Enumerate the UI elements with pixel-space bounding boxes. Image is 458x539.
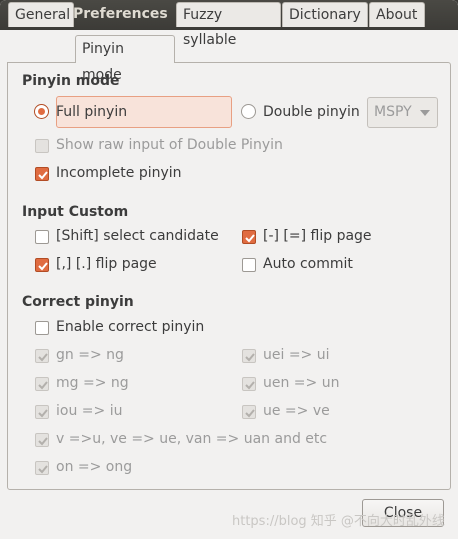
rule-v-checkbox[interactable] [35, 433, 49, 447]
incomplete-pinyin-checkbox[interactable] [35, 167, 49, 181]
checkmark-icon [245, 381, 255, 390]
auto-commit-checkbox[interactable] [242, 258, 256, 272]
checkmark-icon [38, 171, 48, 180]
tab-about[interactable]: About [369, 2, 425, 27]
checkmark-icon [245, 353, 255, 362]
rule-iou-label: iou => iu [56, 403, 123, 419]
comma-period-flip-checkbox[interactable] [35, 258, 49, 272]
show-raw-checkbox[interactable] [35, 139, 49, 153]
minus-equal-flip-checkbox[interactable] [242, 230, 256, 244]
correct-pinyin-heading: Correct pinyin [22, 294, 134, 310]
rule-v-label: v =>u, ve => ue, van => uan and etc [56, 431, 328, 447]
full-pinyin-radio[interactable] [34, 104, 49, 119]
full-pinyin-label[interactable]: Full pinyin [56, 104, 127, 120]
comma-period-flip-label[interactable]: [,] [.] flip page [56, 256, 157, 272]
preferences-window: Preferences General Pinyin mode Fuzzy sy… [0, 0, 458, 539]
rule-on-checkbox[interactable] [35, 461, 49, 475]
rule-gn-label: gn => ng [56, 347, 124, 363]
incomplete-pinyin-label[interactable]: Incomplete pinyin [56, 165, 182, 181]
checkmark-icon [38, 353, 48, 362]
rule-ue-label: ue => ve [263, 403, 330, 419]
rule-iou-checkbox[interactable] [35, 405, 49, 419]
rule-ue-checkbox[interactable] [242, 405, 256, 419]
tab-pinyin-mode[interactable]: Pinyin mode [75, 35, 175, 83]
checkmark-icon [38, 465, 48, 474]
tab-fuzzy-syllable[interactable]: Fuzzy syllable [176, 2, 281, 48]
checkmark-icon [38, 381, 48, 390]
rule-mg-checkbox[interactable] [35, 377, 49, 391]
checkmark-icon [38, 262, 48, 271]
scheme-value: MSPY [374, 104, 412, 120]
rule-mg-label: mg => ng [56, 375, 129, 391]
checkmark-icon [38, 409, 48, 418]
window-title: Preferences [73, 6, 168, 22]
checkmark-icon [38, 437, 48, 446]
auto-commit-label[interactable]: Auto commit [263, 256, 353, 272]
enable-correct-pinyin-label[interactable]: Enable correct pinyin [56, 319, 204, 335]
checkmark-icon [245, 234, 255, 243]
checkmark-icon [245, 409, 255, 418]
rule-uei-label: uei => ui [263, 347, 330, 363]
watermark: https://blog 知乎 @不向大时乱外线 [232, 514, 445, 529]
input-custom-heading: Input Custom [22, 204, 129, 220]
rule-uei-checkbox[interactable] [242, 349, 256, 363]
double-pinyin-scheme-select[interactable]: MSPY [367, 97, 438, 128]
enable-correct-pinyin-checkbox[interactable] [35, 321, 49, 335]
shift-select-checkbox[interactable] [35, 230, 49, 244]
rule-uen-label: uen => un [263, 375, 340, 391]
double-pinyin-radio[interactable] [241, 104, 256, 119]
shift-select-label[interactable]: [Shift] select candidate [56, 228, 219, 244]
chevron-down-icon [420, 110, 430, 116]
tab-general[interactable]: General [8, 2, 74, 27]
rule-uen-checkbox[interactable] [242, 377, 256, 391]
double-pinyin-label[interactable]: Double pinyin [263, 104, 360, 120]
show-raw-label: Show raw input of Double Pinyin [56, 137, 283, 153]
rule-gn-checkbox[interactable] [35, 349, 49, 363]
minus-equal-flip-label[interactable]: [-] [=] flip page [263, 228, 372, 244]
rule-on-label: on => ong [56, 459, 133, 475]
tab-dictionary[interactable]: Dictionary [282, 2, 368, 27]
